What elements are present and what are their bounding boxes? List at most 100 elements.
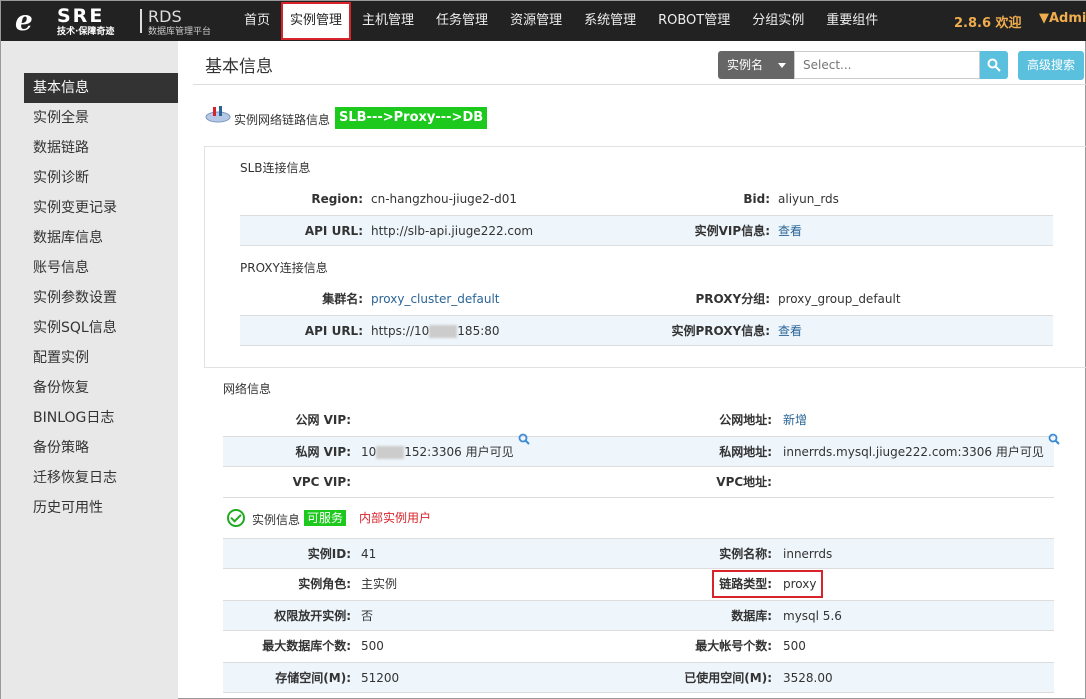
max-databases-value: 500: [361, 639, 384, 653]
proxy-group-value: proxy_group_default: [778, 292, 901, 306]
vpc-vip-label: VPC VIP:: [292, 475, 351, 489]
sidebar-item-parameter-settings[interactable]: 实例参数设置: [24, 283, 178, 313]
network-row-vpc: VPC VIP: VPC地址:: [223, 467, 1054, 498]
main-nav: 首页 实例管理 主机管理 任务管理 资源管理 系统管理 ROBOT管理 分组实例…: [233, 1, 889, 41]
page-title: 基本信息: [205, 57, 273, 77]
search-field-value: 实例名: [727, 58, 764, 72]
instance-row: 最大数据库个数: 500 最大帐号个数: 500: [223, 631, 1054, 662]
search-field-select[interactable]: 实例名: [718, 51, 794, 79]
proxy-api-suffix: 185:80: [457, 324, 500, 338]
public-address-label: 公网地址:: [719, 413, 772, 427]
instance-role-label: 实例角色:: [298, 577, 351, 591]
sidebar-item-availability-history[interactable]: 历史可用性: [24, 493, 178, 523]
max-databases-label: 最大数据库个数:: [262, 639, 351, 653]
proxy-api-value: https://10 185:80: [371, 316, 500, 347]
version-welcome: 2.8.6 欢迎: [954, 16, 1022, 31]
search-button[interactable]: [980, 51, 1008, 79]
slb-row-api: API URL: http://slb-api.jiuge222.com 实例V…: [240, 215, 1053, 246]
sidebar-item-backup-policy[interactable]: 备份策略: [24, 433, 178, 463]
sidebar-item-backup-restore[interactable]: 备份恢复: [24, 373, 178, 403]
slb-api-label: API URL:: [304, 224, 363, 238]
logo-rds-text: RDS: [148, 7, 182, 26]
instance-name-label: 实例名称:: [719, 547, 772, 561]
username: Admir: [1049, 11, 1086, 26]
advanced-search-button[interactable]: 高级搜索: [1018, 51, 1084, 80]
bid-label: Bid:: [743, 192, 770, 206]
sidebar-item-database-info[interactable]: 数据库信息: [24, 223, 178, 253]
open-permission-label: 权限放开实例:: [274, 609, 351, 623]
network-row-private: 私网 VIP: 10 152:3306 用户可见 私网地址: innerrds.m…: [223, 433, 1060, 468]
proxy-info-label: 实例PROXY信息:: [671, 324, 770, 338]
sidebar-item-migration-log[interactable]: 迁移恢复日志: [24, 463, 178, 493]
instance-row: 实例ID: 41 实例名称: innerrds: [223, 538, 1054, 569]
top-navbar: e SRE RDS 技术·保障奇迹 数据库管理平台 首页 实例管理 主机管理 任…: [1, 1, 1086, 41]
sidebar-item-instance-overview[interactable]: 实例全景: [24, 103, 178, 133]
caret-down-icon: [778, 63, 786, 68]
public-vip-label: 公网 VIP:: [295, 413, 351, 427]
search-icon: [987, 58, 1001, 72]
instance-id-value: 41: [361, 547, 377, 561]
nav-item-host-management[interactable]: 主机管理: [351, 1, 425, 41]
sidebar-item-sql-info[interactable]: 实例SQL信息: [24, 313, 178, 343]
instance-row: 存储空间(M): 51200 已使用空间(M): 3528.00: [223, 662, 1054, 693]
sidebar-item-change-records[interactable]: 实例变更记录: [24, 193, 178, 223]
check-circle-icon: [227, 509, 245, 527]
nav-item-group-instances[interactable]: 分组实例: [741, 1, 815, 41]
logo-divider: [140, 9, 142, 33]
network-row-public: 公网 VIP: 公网地址: 新增: [223, 405, 1054, 436]
private-address-value: innerrds.mysql.jiuge222.com:3306 用户可见: [783, 433, 1060, 468]
nav-item-home[interactable]: 首页: [233, 1, 281, 41]
nav-item-task-management[interactable]: 任务管理: [425, 1, 499, 41]
sre-rds-logo[interactable]: e SRE RDS 技术·保障奇迹 数据库管理平台: [15, 5, 215, 37]
nav-item-robot-management[interactable]: ROBOT管理: [647, 1, 741, 41]
sidebar-item-instance-diagnosis[interactable]: 实例诊断: [24, 163, 178, 193]
instance-id-label: 实例ID:: [307, 547, 351, 561]
sidebar-item-basic-info[interactable]: 基本信息: [24, 73, 178, 103]
magnifier-icon[interactable]: [518, 433, 530, 445]
network-link-icon: [205, 106, 231, 123]
sidebar-menu: 基本信息 实例全景 数据链路 实例诊断 实例变更记录 数据库信息 账号信息 实例…: [24, 73, 178, 523]
logo-sre-text: SRE: [57, 5, 105, 27]
storage-value: 51200: [361, 671, 400, 685]
slb-row-region: Region: cn-hangzhou-jiuge2-d01 Bid: aliy…: [240, 184, 1053, 215]
proxy-view-link[interactable]: 查看: [778, 316, 802, 347]
logo-slogan: 技术·保障奇迹: [57, 27, 115, 37]
private-vip-value: 10 152:3306 用户可见: [361, 433, 530, 468]
storage-label: 存储空间(M):: [275, 671, 351, 685]
used-storage-value: 3528.00: [783, 671, 833, 685]
logo-e-mark: e: [15, 4, 33, 37]
proxy-row-cluster: 集群名: proxy_cluster_default PROXY分组: prox…: [240, 284, 1053, 315]
instance-name-value: innerrds: [783, 547, 833, 561]
nav-item-instance-management[interactable]: 实例管理: [281, 2, 352, 40]
magnifier-icon[interactable]: [1048, 433, 1060, 445]
sidebar-item-binlog[interactable]: BINLOG日志: [24, 403, 178, 433]
sidebar-item-data-link[interactable]: 数据链路: [24, 133, 178, 163]
sidebar-item-configure-instance[interactable]: 配置实例: [24, 343, 178, 373]
nav-item-key-components[interactable]: 重要组件: [815, 1, 889, 41]
title-divider: [193, 84, 1086, 85]
nav-item-system-management[interactable]: 系统管理: [573, 1, 647, 41]
vip-view-link[interactable]: 查看: [778, 216, 802, 247]
search-input[interactable]: [794, 51, 980, 79]
region-value: cn-hangzhou-jiuge2-d01: [371, 192, 518, 206]
nav-item-resource-management[interactable]: 资源管理: [499, 1, 573, 41]
slb-section-title: SLB连接信息: [240, 161, 311, 175]
user-type-label: 内部实例用户: [359, 511, 432, 525]
private-vip-prefix: 10: [361, 445, 377, 459]
open-permission-value: 否: [361, 609, 374, 623]
instance-row: 权限放开实例: 否 数据库: mysql 5.6: [223, 600, 1054, 631]
link-path-badge: SLB--->Proxy--->DB: [335, 107, 488, 129]
private-address-text: innerrds.mysql.jiuge222.com:3306 用户可见: [783, 445, 1044, 459]
user-menu[interactable]: ▼Admir: [1039, 11, 1086, 26]
sidebar-item-account-info[interactable]: 账号信息: [24, 253, 178, 283]
logo-platform-name: 数据库管理平台: [148, 27, 212, 37]
cluster-link[interactable]: proxy_cluster_default: [371, 284, 500, 315]
used-storage-label: 已使用空间(M):: [684, 671, 772, 685]
status-badge: 可服务: [304, 510, 347, 526]
max-accounts-label: 最大帐号个数:: [695, 639, 772, 653]
instance-section-title: 实例信息: [252, 513, 301, 527]
redacted-block: [376, 446, 405, 459]
cluster-label: 集群名:: [322, 292, 363, 306]
region-label: Region:: [311, 192, 363, 206]
add-public-address-link[interactable]: 新增: [783, 405, 807, 436]
